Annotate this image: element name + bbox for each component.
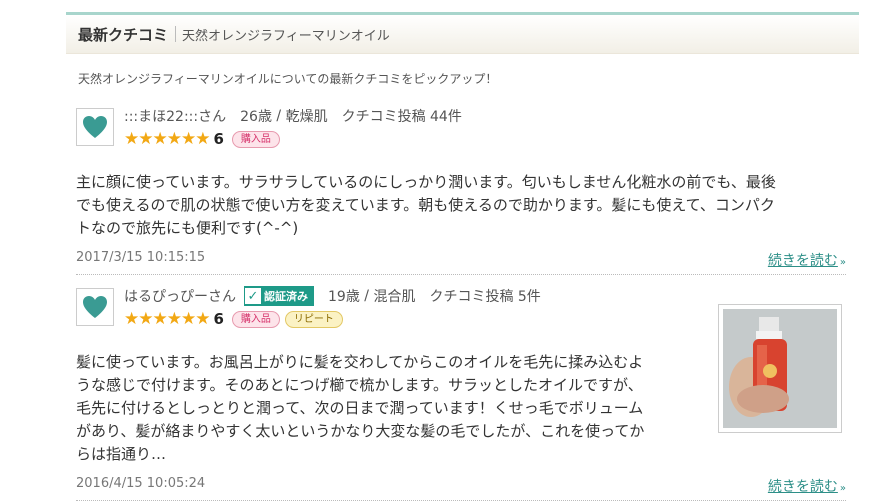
reviewer-skin-type: 乾燥肌 [285, 109, 328, 125]
purchased-badge: 購入品 [231, 310, 280, 328]
reviewer-info: はるぴっぴーさん ✓ 認証済み 19歳 / 混合肌 クチコミ投稿 5件 [124, 286, 541, 306]
read-more-link[interactable]: 続きを読む» [768, 250, 846, 270]
section-intro: 天然オレンジラフィーマリンオイルについての最新クチコミをピックアップ！ [78, 72, 498, 86]
reviewer-info: :::まほ22:::さん 26歳 / 乾燥肌 クチコミ投稿 44件 [124, 106, 462, 126]
double-chevron-right-icon: » [839, 483, 846, 494]
review-date: 2017/3/15 10:15:15 [76, 250, 206, 265]
star-rating-icon: ★★★★★★ [124, 309, 210, 329]
review-body: 主に顔に使っています。サラサラしているのにしっかり潤います。匂いもしません化粧水… [76, 171, 846, 240]
latest-reviews-section: 最新クチコミ 天然オレンジラフィーマリンオイル 天然オレンジラフィーマリンオイル… [66, 12, 859, 501]
info-separator: / [359, 288, 374, 304]
review-photo [723, 309, 837, 428]
rating-row: ★★★★★★ 6 購入品 リピート [124, 309, 348, 329]
section-header: 最新クチコミ 天然オレンジラフィーマリンオイル [66, 15, 859, 54]
review-text-line: があり、髪が絡まりやすく太いというかなり大変な髪の毛でしたが、これを使ってか [76, 422, 645, 440]
verified-label: 認証済み [264, 290, 308, 303]
review-text-line: らは指通り… [76, 445, 167, 463]
reviewer-post-count[interactable]: クチコミ投稿 5件 [429, 286, 540, 306]
reviewer-name[interactable]: はるぴっぴーさん [124, 286, 236, 306]
avatar-heart-icon [83, 116, 107, 138]
read-more-label[interactable]: 続きを読む [768, 479, 838, 495]
repeat-badge: リピート [284, 310, 343, 328]
section-subtitle: 天然オレンジラフィーマリンオイル [182, 28, 390, 44]
review-body: 髪に使っています。お風呂上がりに髪を交わしてからこのオイルを毛先に揉み込むよ う… [76, 351, 716, 466]
avatar[interactable] [76, 108, 114, 146]
read-more-link[interactable]: 続きを読む» [768, 476, 846, 496]
reviewer-age: 26歳 [240, 109, 272, 125]
checkmark-icon: ✓ [245, 288, 261, 304]
review-text-line: うな感じで付けます。そのあとにつげ櫛で梳かします。サラッとしたオイルですが、 [76, 376, 643, 394]
product-bottle-photo [723, 309, 837, 428]
star-rating-icon: ★★★★★★ [124, 129, 210, 149]
info-separator: / [271, 108, 286, 124]
reviewer-name[interactable]: :::まほ22:::さん [124, 106, 226, 126]
rating-row: ★★★★★★ 6 購入品 [124, 129, 285, 149]
verified-badge: ✓ 認証済み [244, 286, 314, 306]
review-text-line: トなので旅先にも便利です(^-^) [76, 219, 299, 237]
header-divider [175, 26, 177, 42]
review-text-line: 毛先に付けるとしっとりと潤って、次の日まで潤っています！くせっ毛でボリューム [76, 399, 644, 417]
review-text-line: 髪に使っています。お風呂上がりに髪を交わしてからこのオイルを毛先に揉み込むよ [76, 353, 644, 371]
review-photo-thumbnail[interactable] [718, 304, 842, 433]
reviewer-skin-type: 混合肌 [373, 289, 416, 305]
section-title: 最新クチコミ [78, 25, 169, 44]
avatar[interactable] [76, 288, 114, 326]
rating-score: 6 [213, 130, 224, 148]
double-chevron-right-icon: » [839, 257, 846, 268]
review-text-line: 主に顔に使っています。サラサラしているのにしっかり潤います。匂いもしません化粧水… [76, 173, 776, 191]
reviewer-post-count[interactable]: クチコミ投稿 44件 [342, 106, 462, 126]
rating-score: 6 [213, 310, 224, 328]
avatar-heart-icon [83, 296, 107, 318]
reviewer-age: 19歳 [328, 289, 360, 305]
purchased-badge: 購入品 [231, 130, 280, 148]
review-text-line: でも使えるので肌の状態で使い方を変えています。朝も使えるので助かります。髪にも使… [76, 196, 775, 214]
review-date: 2016/4/15 10:05:24 [76, 476, 206, 491]
read-more-label[interactable]: 続きを読む [768, 253, 838, 269]
review-divider [76, 274, 846, 275]
